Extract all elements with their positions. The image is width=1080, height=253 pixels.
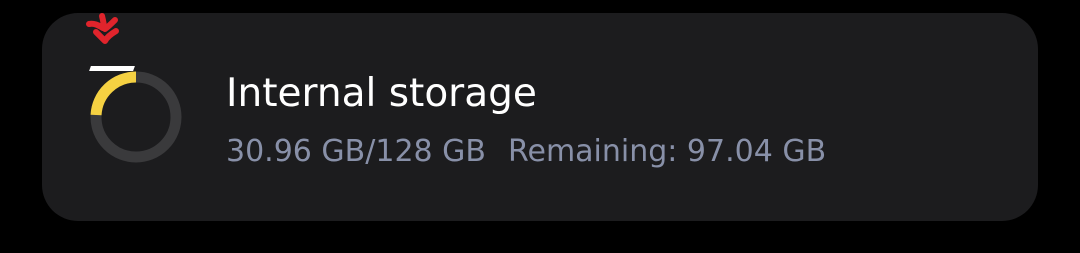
storage-remaining-text: Remaining: 97.04 GB (507, 134, 827, 169)
storage-title: Internal storage (226, 71, 537, 116)
storage-usage-ring (86, 67, 186, 167)
internal-storage-card[interactable] (42, 13, 1038, 221)
usage-ring-fill (90, 71, 137, 116)
storage-used-text: 30.96 GB/128 GB (226, 134, 486, 169)
red-arrow-icon (84, 10, 126, 46)
ring-highlight (89, 66, 135, 71)
storage-details: 30.96 GB/128 GB Remaining: 97.04 GB (226, 132, 826, 172)
screen: Internal storage 30.96 GB/128 GB Remainin… (0, 0, 1080, 253)
